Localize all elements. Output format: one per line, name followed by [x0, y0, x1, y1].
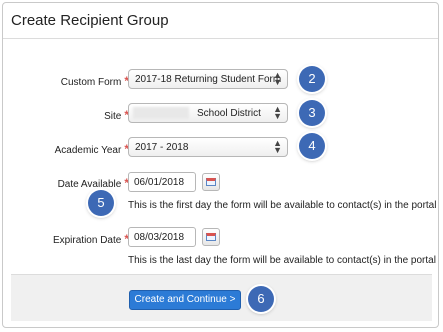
date-available-input[interactable]: 06/01/2018	[128, 172, 196, 192]
date-available-label: Date Available *	[57, 176, 129, 190]
callout-badge: 2	[299, 66, 325, 92]
expiration-date-help: This is the last day the form will be av…	[128, 255, 436, 266]
expiration-date-input[interactable]: 08/03/2018	[128, 227, 196, 247]
expiration-date-calendar-button[interactable]	[202, 228, 220, 246]
redacted-text	[133, 107, 189, 119]
site-select[interactable]: School District ▲ ▼	[128, 103, 288, 123]
chevron-updown-icon: ▲ ▼	[273, 70, 282, 87]
create-and-continue-button[interactable]: Create and Continue >	[129, 290, 241, 310]
date-available-help: This is the first day the form will be a…	[128, 200, 437, 211]
callout-badge: 6	[248, 286, 274, 312]
calendar-icon	[206, 233, 216, 241]
academic-year-label: Academic Year *	[54, 142, 129, 156]
academic-year-select[interactable]: 2017 - 2018 ▲ ▼	[128, 137, 288, 157]
custom-form-label: Custom Form *	[60, 74, 129, 88]
callout-badge: 3	[299, 100, 325, 126]
custom-form-select[interactable]: 2017-18 Returning Student Form ▲ ▼	[128, 69, 288, 89]
callout-badge: 5	[88, 190, 114, 216]
date-available-calendar-button[interactable]	[202, 173, 220, 191]
chevron-updown-icon: ▲ ▼	[273, 104, 282, 121]
chevron-updown-icon: ▲ ▼	[273, 138, 282, 155]
calendar-icon	[206, 178, 216, 186]
page-title: Create Recipient Group	[11, 12, 169, 29]
create-recipient-group-panel: Create Recipient Group Custom Form * 2017…	[2, 2, 439, 328]
callout-badge: 4	[299, 133, 325, 159]
panel-header: Create Recipient Group	[3, 3, 438, 39]
site-label: Site *	[104, 108, 129, 122]
expiration-date-label: Expiration Date *	[52, 232, 129, 246]
